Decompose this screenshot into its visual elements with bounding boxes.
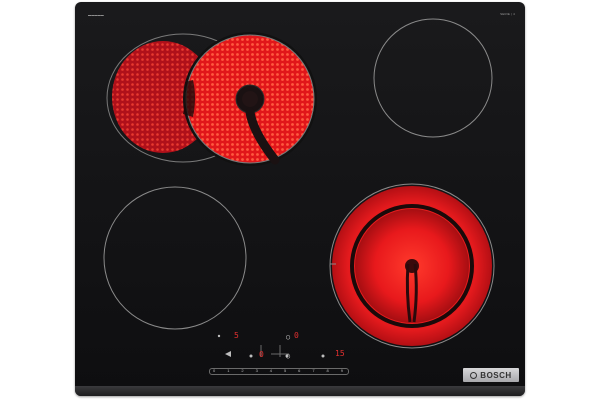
- slider-mark: 5: [283, 367, 287, 373]
- brand-name: BOSCH: [480, 370, 512, 380]
- zone-rear-right[interactable]: [373, 18, 493, 138]
- bosch-logo-icon: [470, 371, 478, 379]
- slider-mark: 7: [312, 367, 315, 373]
- power-slider-scale[interactable]: 0 1 2 3 4 5 6 7 8 9: [213, 366, 343, 374]
- timer-display[interactable]: 15: [335, 350, 345, 358]
- zone-display-rear-right[interactable]: ○: [286, 333, 290, 341]
- slider-mark: 0: [213, 367, 216, 373]
- zone-display-rear-right-value[interactable]: 0: [294, 332, 299, 340]
- zone-front-left[interactable]: [103, 186, 247, 330]
- slider-mark: 4: [269, 367, 272, 373]
- slider-mark: 1: [227, 367, 230, 373]
- slider-mark: 2: [241, 367, 244, 373]
- slider-mark: 9: [340, 367, 343, 373]
- brand-plate: BOSCH: [463, 368, 519, 382]
- product-photo: ▬▬▬▬▬ SERIE | 4 5 ○ 0 0 ○ 15 0 1 2 3 4 5…: [0, 0, 600, 400]
- zone-display-front-left[interactable]: 0: [259, 351, 264, 359]
- zone-rear-left[interactable]: [106, 32, 317, 166]
- zone-display-front-right[interactable]: ○: [286, 352, 290, 360]
- slider-mark: 6: [298, 367, 301, 373]
- zone-display-rear-left[interactable]: 5: [234, 332, 239, 340]
- cooktop-frame-edge: [75, 386, 525, 396]
- zone-front-right[interactable]: [329, 183, 495, 349]
- slider-mark: 3: [255, 367, 258, 373]
- cooktop-glass-surface: ▬▬▬▬▬ SERIE | 4 5 ○ 0 0 ○ 15 0 1 2 3 4 5…: [75, 2, 525, 396]
- cooking-zones: [103, 18, 495, 358]
- slider-mark: 8: [326, 367, 329, 373]
